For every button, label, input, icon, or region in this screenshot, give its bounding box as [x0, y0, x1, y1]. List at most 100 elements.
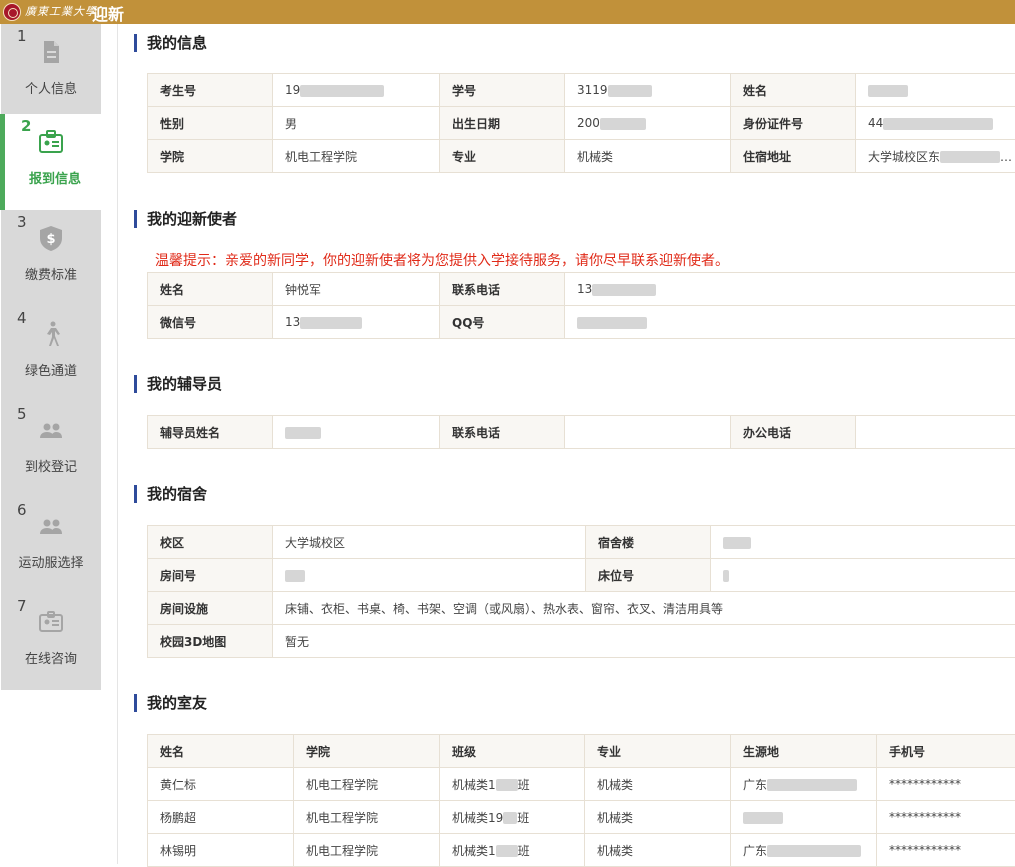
cell-major: 机械类 — [585, 768, 731, 801]
main-content: 我的信息 考生号 19 学号 3119 姓名 性别 男 出生日期 200 身份证… — [118, 24, 1015, 864]
sidebar-item-label: 运动服选择 — [1, 552, 101, 571]
label-exam-number: 考生号 — [148, 74, 273, 107]
table-row: 校区 大学城校区 宿舍楼 — [148, 526, 1015, 559]
label-major: 专业 — [440, 140, 565, 173]
university-logo-text: 廣東工業大學 — [25, 3, 97, 19]
cell-major: 机械类 — [585, 834, 731, 867]
label-ambassador-phone: 联系电话 — [440, 273, 565, 306]
redacted-mask — [767, 845, 861, 857]
redacted-mask — [723, 570, 729, 582]
label-qq: QQ号 — [440, 306, 565, 339]
label-college: 学院 — [148, 140, 273, 173]
section-title-ambassador: 我的迎新使者 — [134, 210, 237, 228]
cell-phone: ************ — [877, 834, 1015, 867]
value-counselor-phone — [565, 416, 731, 449]
cell-origin — [731, 801, 877, 834]
sidebar-item-fee-standard[interactable]: 3 $ 缴费标准 — [1, 210, 101, 306]
cell-major: 机械类 — [585, 801, 731, 834]
value-major: 机械类 — [565, 140, 731, 173]
sidebar-item-label: 个人信息 — [1, 78, 101, 97]
table-row: 杨鹏超 机电工程学院 机械类19班 机械类 ************ — [148, 801, 1015, 834]
label-office-phone: 办公电话 — [731, 416, 856, 449]
label-birth-date: 出生日期 — [440, 107, 565, 140]
table-row: 林锡明 机电工程学院 机械类1班 机械类 广东 ************ — [148, 834, 1015, 867]
redacted-mask — [577, 317, 647, 329]
value-facilities: 床铺、衣柜、书桌、椅、书架、空调（或风扇）、热水表、窗帘、衣叉、清洁用具等 — [273, 592, 1015, 625]
redacted-mask — [300, 317, 362, 329]
step-number: 2 — [21, 117, 31, 135]
value-gender: 男 — [273, 107, 440, 140]
step-number: 4 — [17, 309, 27, 327]
section-title-roommates: 我的室友 — [134, 694, 207, 712]
redacted-mask — [285, 427, 321, 439]
id-badge-icon — [37, 128, 65, 156]
dorm-table: 校区 大学城校区 宿舍楼 房间号 床位号 房间设施 床铺、衣柜、书桌、椅、书架、… — [147, 525, 1015, 658]
redacted-mask — [285, 570, 305, 582]
redacted-mask — [883, 118, 993, 130]
redacted-mask — [592, 284, 656, 296]
value-campus: 大学城校区 — [273, 526, 586, 559]
step-number: 1 — [17, 27, 27, 45]
sidebar-item-label: 报到信息 — [5, 168, 105, 187]
label-address: 住宿地址 — [731, 140, 856, 173]
sidebar-item-checkin-info[interactable]: 2 报到信息 — [0, 114, 101, 210]
label-gender: 性别 — [148, 107, 273, 140]
sidebar-item-arrival-registration[interactable]: 5 到校登记 — [1, 402, 101, 498]
table-row: 学院 机电工程学院 专业 机械类 住宿地址 大学城校区东… — [148, 140, 1015, 173]
cell-name: 黄仁标 — [148, 768, 294, 801]
value-ambassador-name: 钟悦军 — [273, 273, 440, 306]
people-icon — [37, 416, 65, 444]
sidebar-item-personal-info[interactable]: 1 个人信息 — [1, 24, 101, 120]
svg-text:$: $ — [46, 232, 55, 247]
value-office-phone — [856, 416, 1015, 449]
sidebar-item-online-consult[interactable]: 7 在线咨询 — [1, 594, 101, 690]
sidebar-item-label: 缴费标准 — [1, 264, 101, 283]
table-row: 微信号 13 QQ号 — [148, 306, 1015, 339]
value-ambassador-phone: 13 — [565, 273, 1015, 306]
label-counselor-name: 辅导员姓名 — [148, 416, 273, 449]
cell-origin: 广东 — [731, 834, 877, 867]
sidebar-item-green-channel[interactable]: 4 绿色通道 — [1, 306, 101, 402]
value-qq — [565, 306, 1015, 339]
counselor-table: 辅导员姓名 联系电话 办公电话 — [147, 415, 1015, 449]
value-college: 机电工程学院 — [273, 140, 440, 173]
step-number: 6 — [17, 501, 27, 519]
label-wechat: 微信号 — [148, 306, 273, 339]
redacted-mask — [868, 85, 908, 97]
cell-name: 杨鹏超 — [148, 801, 294, 834]
table-row: 黄仁标 机电工程学院 机械类1班 机械类 广东 ************ — [148, 768, 1015, 801]
col-header-phone: 手机号 — [877, 735, 1015, 768]
label-student-id: 学号 — [440, 74, 565, 107]
cell-phone: ************ — [877, 801, 1015, 834]
label-name: 姓名 — [731, 74, 856, 107]
value-exam-number: 19 — [273, 74, 440, 107]
cell-class: 机械类1班 — [440, 834, 585, 867]
table-row: 考生号 19 学号 3119 姓名 — [148, 74, 1015, 107]
cell-college: 机电工程学院 — [294, 834, 440, 867]
id-card-icon — [37, 608, 65, 636]
label-facilities: 房间设施 — [148, 592, 273, 625]
sidebar-item-label: 到校登记 — [1, 456, 101, 475]
label-building: 宿舍楼 — [586, 526, 711, 559]
people-icon — [37, 512, 65, 540]
col-header-name: 姓名 — [148, 735, 294, 768]
label-id-number: 身份证件号 — [731, 107, 856, 140]
redacted-mask — [940, 151, 1000, 163]
top-header: 廣東工業大學 迎新 — [0, 0, 1015, 24]
col-header-class: 班级 — [440, 735, 585, 768]
cell-origin: 广东 — [731, 768, 877, 801]
redacted-mask — [723, 537, 751, 549]
section-title-dorm: 我的宿舍 — [134, 485, 207, 503]
redacted-mask — [496, 845, 518, 857]
col-header-major: 专业 — [585, 735, 731, 768]
label-campus-map: 校园3D地图 — [148, 625, 273, 658]
value-bed — [711, 559, 1015, 592]
table-row: 姓名 钟悦军 联系电话 13 — [148, 273, 1015, 306]
value-name — [856, 74, 1015, 107]
sidebar-item-sportswear[interactable]: 6 运动服选择 — [1, 498, 101, 594]
table-row: 辅导员姓名 联系电话 办公电话 — [148, 416, 1015, 449]
col-header-origin: 生源地 — [731, 735, 877, 768]
col-header-college: 学院 — [294, 735, 440, 768]
cell-phone: ************ — [877, 768, 1015, 801]
app-title: 迎新 — [92, 1, 124, 25]
